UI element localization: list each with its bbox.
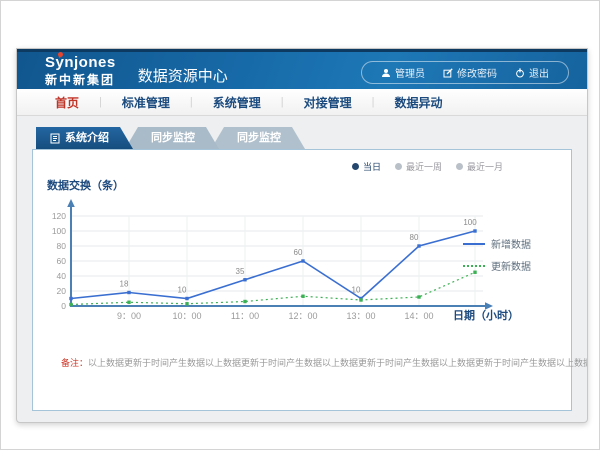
y-tick-label: 0 [61, 301, 66, 311]
data-point-marker [417, 295, 420, 298]
nav-item-standard-mgmt[interactable]: 标准管理 [102, 94, 190, 111]
data-point-marker [185, 297, 188, 300]
brand-logo: Synjones 新中新集团 [45, 55, 116, 86]
document-icon [50, 133, 60, 144]
y-axis-title: 数据交换（条） [47, 177, 124, 193]
dotted-line-swatch-icon [463, 265, 485, 267]
radio-today[interactable]: 当日 [352, 160, 381, 173]
range-filter: 当日 最近一周 最近一月 [352, 160, 503, 173]
data-point-marker [359, 298, 362, 301]
radio-dot-icon [456, 163, 463, 170]
x-tick-label: 9：00 [117, 311, 141, 321]
app-title: 数据资源中心 [138, 65, 228, 86]
radio-dot-icon [395, 163, 402, 170]
data-point-marker [127, 291, 130, 294]
radio-last-month[interactable]: 最近一月 [456, 160, 503, 173]
footnote-label: 备注： [61, 358, 88, 368]
screenshot-frame: Synjones 新中新集团 数据资源中心 管理员 修改密码 退出 [0, 0, 600, 450]
change-password-button[interactable]: 修改密码 [434, 65, 506, 80]
footnote: 备注：以上数据更新于时间产生数据以上数据更新于时间产生数据以上数据更新于时间产生… [61, 356, 588, 369]
data-point-marker [301, 259, 304, 262]
x-tick-label: 12：00 [288, 311, 317, 321]
data-point-label: 18 [120, 280, 129, 289]
tab-sync-monitor-2[interactable]: 同步监控 [211, 127, 305, 149]
edit-icon [443, 68, 453, 78]
tab-bar: 系统介绍 同步监控 同步监控 [36, 127, 572, 149]
y-tick-label: 20 [57, 286, 67, 296]
solid-line-swatch-icon [463, 243, 485, 245]
content-area: 系统介绍 同步监控 同步监控 当日 最近一周 最近一月 数据交换（条） 0 20 4… [17, 116, 587, 411]
nav-item-interface-mgmt[interactable]: 对接管理 [284, 94, 372, 111]
data-point-label: 100 [463, 218, 477, 227]
data-point-marker [243, 300, 246, 303]
y-tick-label: 100 [52, 226, 66, 236]
x-tick-label: 10：00 [172, 311, 201, 321]
nav-item-system-mgmt[interactable]: 系统管理 [193, 94, 281, 111]
x-axis-title: 日期（小时） [453, 307, 519, 323]
tab-system-intro[interactable]: 系统介绍 [36, 127, 133, 149]
legend-item-new-data[interactable]: 新增数据 [463, 236, 531, 251]
footnote-text: 以上数据更新于时间产生数据以上数据更新于时间产生数据以上数据更新于时间产生数据以… [88, 358, 588, 368]
data-point-label: 35 [236, 267, 245, 276]
x-tick-label: 13：00 [346, 311, 375, 321]
data-point-marker [127, 301, 130, 304]
nav-item-home[interactable]: 首页 [35, 94, 99, 111]
tab-sync-monitor-1[interactable]: 同步监控 [125, 127, 219, 149]
legend-item-update-data[interactable]: 更新数据 [463, 258, 531, 273]
app-header: Synjones 新中新集团 数据资源中心 管理员 修改密码 退出 [17, 49, 587, 89]
data-point-label: 80 [410, 233, 419, 242]
y-tick-label: 60 [57, 256, 67, 266]
nav-item-data-change[interactable]: 数据异动 [375, 94, 463, 111]
content-panel: 当日 最近一周 最近一月 数据交换（条） 0 20 40 60 80 100 120 9：00… [32, 149, 572, 411]
brand-name: Synjones [45, 55, 116, 70]
radio-dot-icon [352, 163, 359, 170]
app-window: Synjones 新中新集团 数据资源中心 管理员 修改密码 退出 [16, 48, 588, 423]
data-point-marker [301, 295, 304, 298]
user-actions-group: 管理员 修改密码 退出 [361, 61, 569, 84]
y-axis-arrow [67, 199, 75, 207]
data-point-marker [417, 244, 420, 247]
data-point-marker [69, 297, 72, 300]
logout-button[interactable]: 退出 [506, 65, 558, 80]
data-point-marker [185, 302, 188, 305]
data-point-label: 10 [178, 286, 187, 295]
user-icon [381, 68, 391, 78]
data-point-marker [473, 229, 476, 232]
radio-last-week[interactable]: 最近一周 [395, 160, 442, 173]
data-point-label: 60 [294, 248, 303, 257]
y-tick-label: 80 [57, 241, 67, 251]
x-tick-label: 11：00 [231, 311, 259, 321]
series-line-更新数据 [71, 272, 475, 304]
data-point-marker [243, 278, 246, 281]
admin-user-button[interactable]: 管理员 [372, 65, 434, 80]
power-icon [515, 68, 525, 78]
data-point-marker [69, 303, 72, 306]
main-nav: 首页 | 标准管理 | 系统管理 | 对接管理 | 数据异动 [17, 89, 587, 116]
x-tick-label: 14：00 [404, 311, 433, 321]
company-name: 新中新集团 [45, 74, 116, 86]
y-tick-label: 40 [57, 271, 67, 281]
data-point-label: 10 [352, 286, 361, 295]
chart-legend: 新增数据 更新数据 [463, 236, 531, 273]
y-tick-label: 120 [52, 211, 66, 221]
